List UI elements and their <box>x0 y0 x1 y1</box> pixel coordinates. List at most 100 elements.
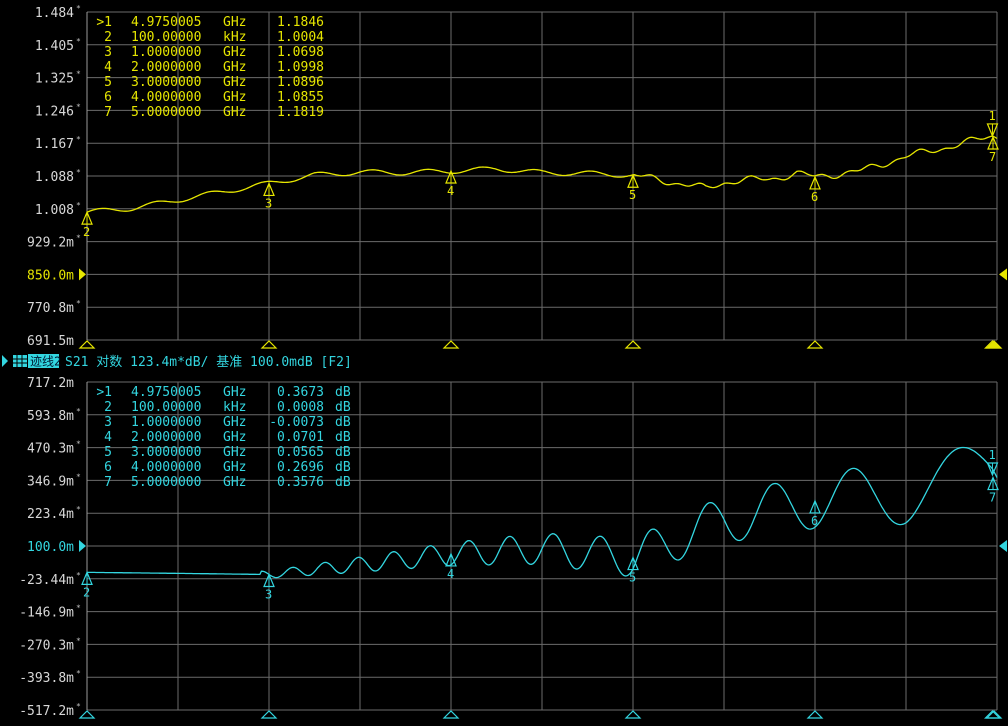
bottom-marker-position-icon[interactable] <box>624 340 642 349</box>
marker-table-unit: kHz <box>223 400 246 415</box>
tick-asterisk: * <box>76 135 81 144</box>
marker-table-unit: GHz <box>223 385 246 400</box>
tick-asterisk: * <box>76 102 81 111</box>
marker-table-value-unit: dB <box>335 415 351 430</box>
y-tick-label: 1.088 <box>35 170 74 185</box>
marker-table-id: >1 <box>96 385 112 400</box>
trace-marker-label: 7 <box>989 150 996 164</box>
trace-marker-label: 4 <box>447 184 454 198</box>
marker-table-frequency: 1.0000000 <box>131 45 201 60</box>
bottom-marker-position-icon[interactable] <box>806 710 824 719</box>
marker-table-frequency: 2.0000000 <box>131 60 201 75</box>
bottom-marker-position-icon[interactable] <box>806 340 824 349</box>
active-trace-arrow-icon <box>2 355 8 367</box>
trace-marker-label: 2 <box>83 225 90 239</box>
tick-asterisk: * <box>76 669 81 678</box>
marker-table-frequency: 1.0000000 <box>131 415 201 430</box>
marker-table: >1 4.9750005 GHz 0.3673 dB 2 100.00000 kHz 0.000… <box>96 385 350 490</box>
trace-marker-label: 3 <box>265 196 272 210</box>
y-tick-label: 1.167 <box>35 137 74 152</box>
tick-asterisk: * <box>76 571 81 580</box>
trace-markers: 1 2 3 4 5 6 7 <box>78 109 1003 349</box>
marker-table-id: 2 <box>104 400 112 415</box>
marker-table-unit: GHz <box>223 45 246 60</box>
tick-asterisk: * <box>76 472 81 481</box>
marker-table-frequency: 100.00000 <box>131 400 201 415</box>
y-tick-label: -393.8m <box>19 671 74 686</box>
y-tick-label: 929.2m <box>27 236 74 251</box>
y-tick-label: -146.9m <box>19 606 74 621</box>
marker-table-value: 1.0855 <box>277 90 324 105</box>
marker-table-value-unit: dB <box>335 460 351 475</box>
marker-table-value: 0.2696 <box>277 460 324 475</box>
bottom-marker-position-icon[interactable] <box>442 340 460 349</box>
y-tick-label: -270.3m <box>19 638 74 653</box>
trace2-name[interactable]: 迹线2 <box>30 355 61 369</box>
marker-table-id: >1 <box>96 15 112 30</box>
tick-asterisk: * <box>76 299 81 308</box>
tick-asterisk: * <box>76 702 81 711</box>
marker-table-unit: GHz <box>223 430 246 445</box>
marker-table-id: 2 <box>104 30 112 45</box>
bottom-marker-position-icon[interactable] <box>624 710 642 719</box>
y-tick-label: 470.3m <box>27 442 74 457</box>
trace2-settings[interactable]: S21 对数 123.4m*dB/ 基准 100.0mdB [F2] <box>65 355 352 370</box>
marker-table-unit: GHz <box>223 105 246 120</box>
marker-table-id: 3 <box>104 415 112 430</box>
marker-table-frequency: 3.0000000 <box>131 75 201 90</box>
marker-table-frequency: 5.0000000 <box>131 475 201 490</box>
y-tick-label: 691.5m <box>27 334 74 349</box>
marker-table-value: 1.0896 <box>277 75 324 90</box>
y-tick-label: 346.9m <box>27 474 74 489</box>
top-trace-panel: 1.484 *1.405 *1.325 *1.246 *1.167 *1.088 *1.00… <box>27 4 1007 349</box>
bottom-marker-position-icon[interactable] <box>260 340 278 349</box>
bottom-marker-position-icon[interactable] <box>260 710 278 719</box>
marker-table-value-unit: dB <box>335 430 351 445</box>
tick-asterisk: * <box>76 636 81 645</box>
bottom-marker-position-icon[interactable] <box>78 710 96 719</box>
marker-table-frequency: 3.0000000 <box>131 445 201 460</box>
marker-table-id: 6 <box>104 460 112 475</box>
marker-table-value: 0.0565 <box>277 445 324 460</box>
bottom-marker-position-icon[interactable] <box>442 710 460 719</box>
y-tick-label: -517.2m <box>19 704 74 719</box>
y-tick-label: 770.8m <box>27 301 74 316</box>
marker-table-id: 7 <box>104 475 112 490</box>
tick-asterisk: * <box>76 234 81 243</box>
marker-table-unit: GHz <box>223 60 246 75</box>
marker-table-frequency: 2.0000000 <box>131 430 201 445</box>
bottom-trace-panel: 717.2m593.8m *470.3m *346.9m *223.4m *100.0m… <box>19 376 1007 719</box>
marker-table-id: 6 <box>104 90 112 105</box>
marker-table-value-unit: dB <box>335 445 351 460</box>
tick-asterisk: * <box>76 407 81 416</box>
marker-table: >1 4.9750005 GHz 1.1846 2 100.00000 kHz 1.0004 3… <box>96 15 324 120</box>
trace-marker-label: 1 <box>988 448 995 462</box>
tick-asterisk: * <box>76 505 81 514</box>
y-tick-label: 717.2m <box>27 376 74 391</box>
y-tick-label: 1.008 <box>35 203 74 218</box>
bottom-marker-position-icon[interactable] <box>78 340 96 349</box>
trace-grid-icon[interactable] <box>13 355 27 367</box>
marker-table-value: 1.1819 <box>277 105 324 120</box>
tick-asterisk: * <box>76 37 81 46</box>
tick-asterisk: * <box>76 4 81 13</box>
y-tick-label: 1.405 <box>35 39 74 54</box>
marker-table-unit: GHz <box>223 15 246 30</box>
marker-table-value: 0.3576 <box>277 475 324 490</box>
marker-table-unit: GHz <box>223 475 246 490</box>
marker-table-id: 4 <box>104 60 112 75</box>
marker-table-frequency: 5.0000000 <box>131 105 201 120</box>
marker-table-value: 0.0701 <box>277 430 324 445</box>
tick-asterisk: * <box>76 440 81 449</box>
trace-marker-label: 5 <box>629 188 636 202</box>
trace-marker-label: 6 <box>811 514 818 528</box>
marker-table-value: -0.0073 <box>269 415 324 430</box>
reference-right-arrow-icon <box>999 540 1007 552</box>
reference-level-label: 100.0m <box>27 540 74 555</box>
trace-marker-label: 4 <box>447 567 454 581</box>
y-tick-label: 1.246 <box>35 104 74 119</box>
marker-table-value-unit: dB <box>335 385 351 400</box>
y-tick-label: -23.44m <box>19 573 74 588</box>
reference-level-label: 850.0m <box>27 268 74 283</box>
marker-table-frequency: 4.0000000 <box>131 90 201 105</box>
